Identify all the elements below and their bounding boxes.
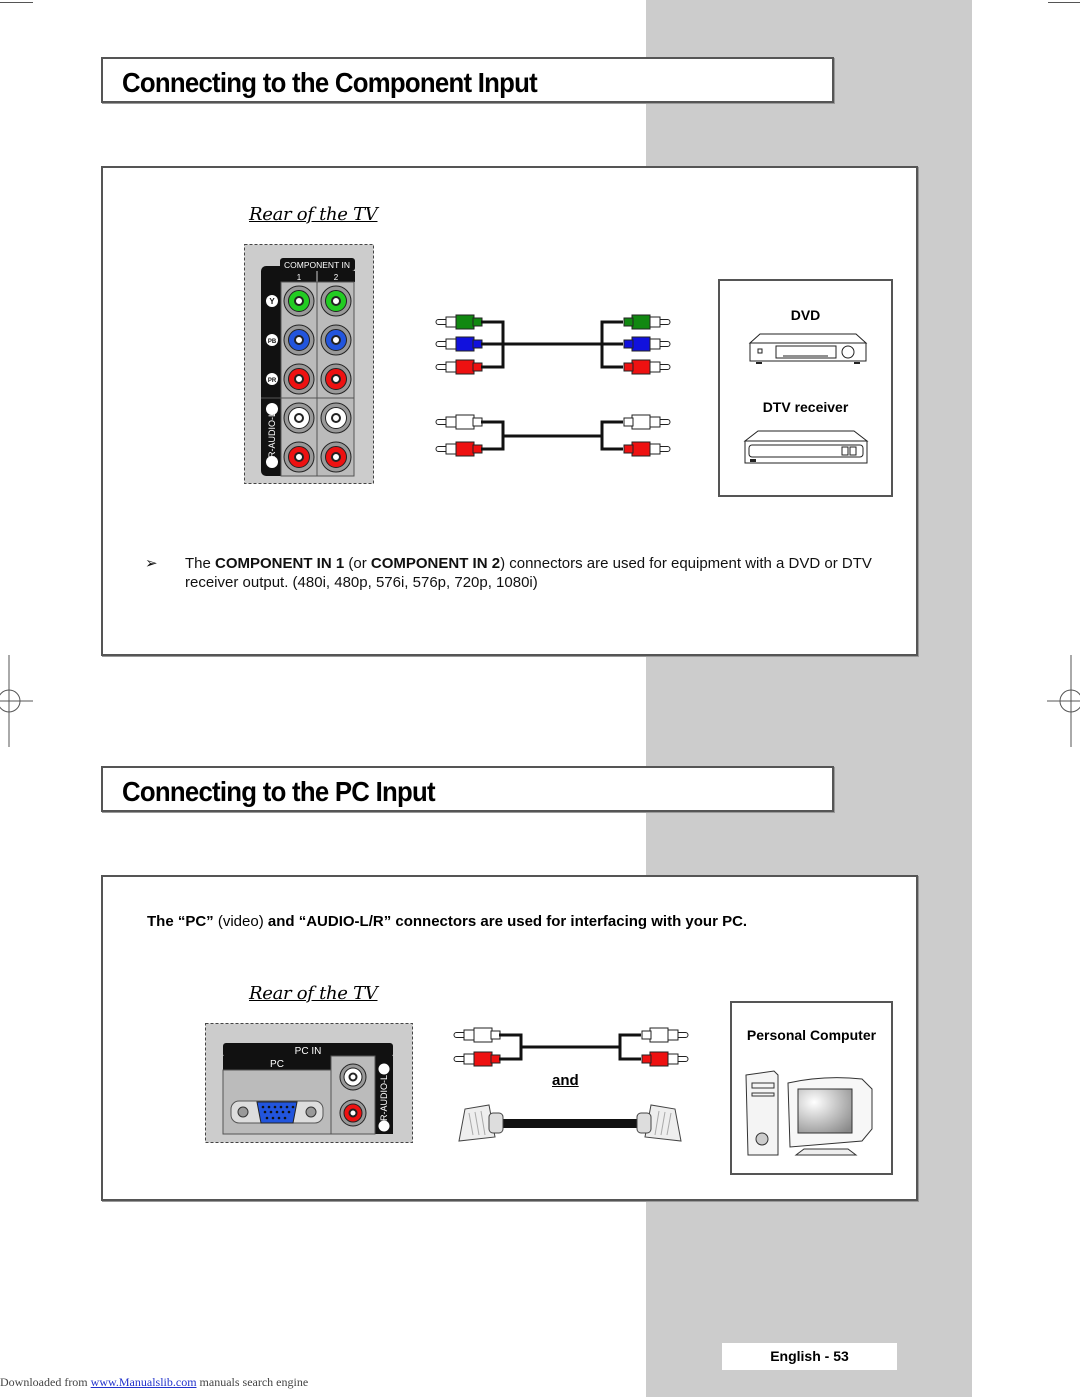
crop-mark-top-right xyxy=(1048,2,1080,3)
component-jack-r-1 xyxy=(283,441,315,473)
component-jack-y-1 xyxy=(283,285,315,317)
pc-section-title-box: Connecting to the PC Input xyxy=(101,766,834,812)
and-label: and xyxy=(552,1072,579,1089)
crop-mark-top-left xyxy=(0,2,33,3)
rear-of-tv-label-pc: Rear of the TV xyxy=(249,983,378,1004)
note-text-part: The xyxy=(185,555,216,572)
pc-desc-part: and “AUDIO-L/R” connectors are used for … xyxy=(263,913,748,930)
component-cables xyxy=(433,308,673,468)
audio-cable-wire xyxy=(481,420,623,451)
vga-port-icon xyxy=(230,1100,324,1124)
video-plug-left-1 xyxy=(435,336,483,352)
component-in-column-1: 1 xyxy=(297,273,302,282)
component-jack-pr-2 xyxy=(320,363,352,395)
audio-plug-left-1 xyxy=(435,441,483,457)
personal-computer-label: Personal Computer xyxy=(746,1027,877,1043)
component-jack-pr-1 xyxy=(283,363,315,395)
pc-diagram-panel: The “PC” (video) and “AUDIO-L/R” connect… xyxy=(101,875,918,1201)
pc-desc-part: The “PC” xyxy=(147,913,218,930)
pc-in-header: PC IN xyxy=(295,1046,322,1057)
audio-plug-right-1 xyxy=(623,441,671,457)
video-plug-left-2 xyxy=(435,359,483,375)
pc-audio-plug-right-0 xyxy=(641,1027,689,1043)
pc-device-box: Personal Computer xyxy=(730,1001,893,1175)
component-diagram-panel: Rear of the TV COMPONENT IN 1 2 Y PB PR … xyxy=(101,166,918,656)
audio-vertical-label: R-AUDIO-L xyxy=(267,412,277,458)
pc-sub-header: PC xyxy=(270,1059,284,1070)
dvd-player-icon xyxy=(748,331,868,367)
manualslib-link[interactable]: www.Manualslib.com xyxy=(91,1375,197,1389)
download-footer: Downloaded from www.Manualslib.com manua… xyxy=(0,1375,308,1390)
video-plug-left-0 xyxy=(435,314,483,330)
page-number: English - 53 xyxy=(722,1343,897,1370)
pc-audio-plug-left-1 xyxy=(453,1051,501,1067)
audio-l-jack xyxy=(339,1063,367,1091)
pc-audio-cable-wire xyxy=(499,1033,641,1061)
footer-suffix: manuals search engine xyxy=(196,1375,309,1389)
footer-prefix: Downloaded from xyxy=(0,1375,91,1389)
audio-r-jack xyxy=(339,1099,367,1127)
registration-mark-right xyxy=(1046,655,1080,747)
pc-audio-cable xyxy=(451,1025,691,1075)
pc-desc-video: (video) xyxy=(217,913,264,930)
component-in-jack-panel: COMPONENT IN 1 2 Y PB PR R-AUDIO-L xyxy=(244,244,374,484)
component-note-text: The COMPONENT IN 1 (or COMPONENT IN 2) c… xyxy=(185,554,885,592)
audio-plug-right-0 xyxy=(623,414,671,430)
dtv-receiver-label: DTV receiver xyxy=(762,399,849,415)
pc-in-jack-panel: PC IN PC R-AUDIO-L xyxy=(205,1023,413,1143)
component-jack-pb-2 xyxy=(320,324,352,356)
row-label-y: Y xyxy=(269,297,275,306)
video-plug-right-0 xyxy=(623,314,671,330)
pc-audio-plug-right-1 xyxy=(641,1051,689,1067)
component-in-header: COMPONENT IN xyxy=(284,260,350,270)
note-arrow-icon: ➢ xyxy=(145,555,158,572)
component-jack-y-2 xyxy=(320,285,352,317)
component-jack-l-1 xyxy=(283,402,315,434)
pc-section-title: Connecting to the PC Input xyxy=(122,776,436,807)
pc-audio-vertical-label: R-AUDIO-L xyxy=(379,1075,389,1121)
component-jack-l-2 xyxy=(320,402,352,434)
component-section-title: Connecting to the Component Input xyxy=(122,67,538,98)
personal-computer-icon xyxy=(744,1069,884,1159)
component-in-column-2: 2 xyxy=(334,273,339,282)
rear-of-tv-label: Rear of the TV xyxy=(249,204,378,225)
source-devices-box: DVD DTV receiver xyxy=(718,279,893,497)
registration-mark-left xyxy=(0,655,34,747)
dvd-label: DVD xyxy=(790,307,821,323)
note-text-part: (or xyxy=(344,555,371,572)
video-plug-right-1 xyxy=(623,336,671,352)
note-component-in-2: COMPONENT IN 2 xyxy=(370,555,501,572)
component-jack-r-2 xyxy=(320,441,352,473)
vga-cable-icon xyxy=(455,1101,685,1145)
pc-audio-plug-left-0 xyxy=(453,1027,501,1043)
video-plug-right-2 xyxy=(623,359,671,375)
video-cable-wire xyxy=(481,320,623,369)
component-section-title-box: Connecting to the Component Input xyxy=(101,57,834,103)
pc-description: The “PC” (video) and “AUDIO-L/R” connect… xyxy=(147,913,747,930)
component-jack-pb-1 xyxy=(283,324,315,356)
row-label-pr: PR xyxy=(268,378,277,384)
audio-plug-left-0 xyxy=(435,414,483,430)
row-label-pb: PB xyxy=(268,339,277,345)
note-component-in-1: COMPONENT IN 1 xyxy=(215,555,345,572)
dtv-receiver-icon xyxy=(742,429,870,467)
